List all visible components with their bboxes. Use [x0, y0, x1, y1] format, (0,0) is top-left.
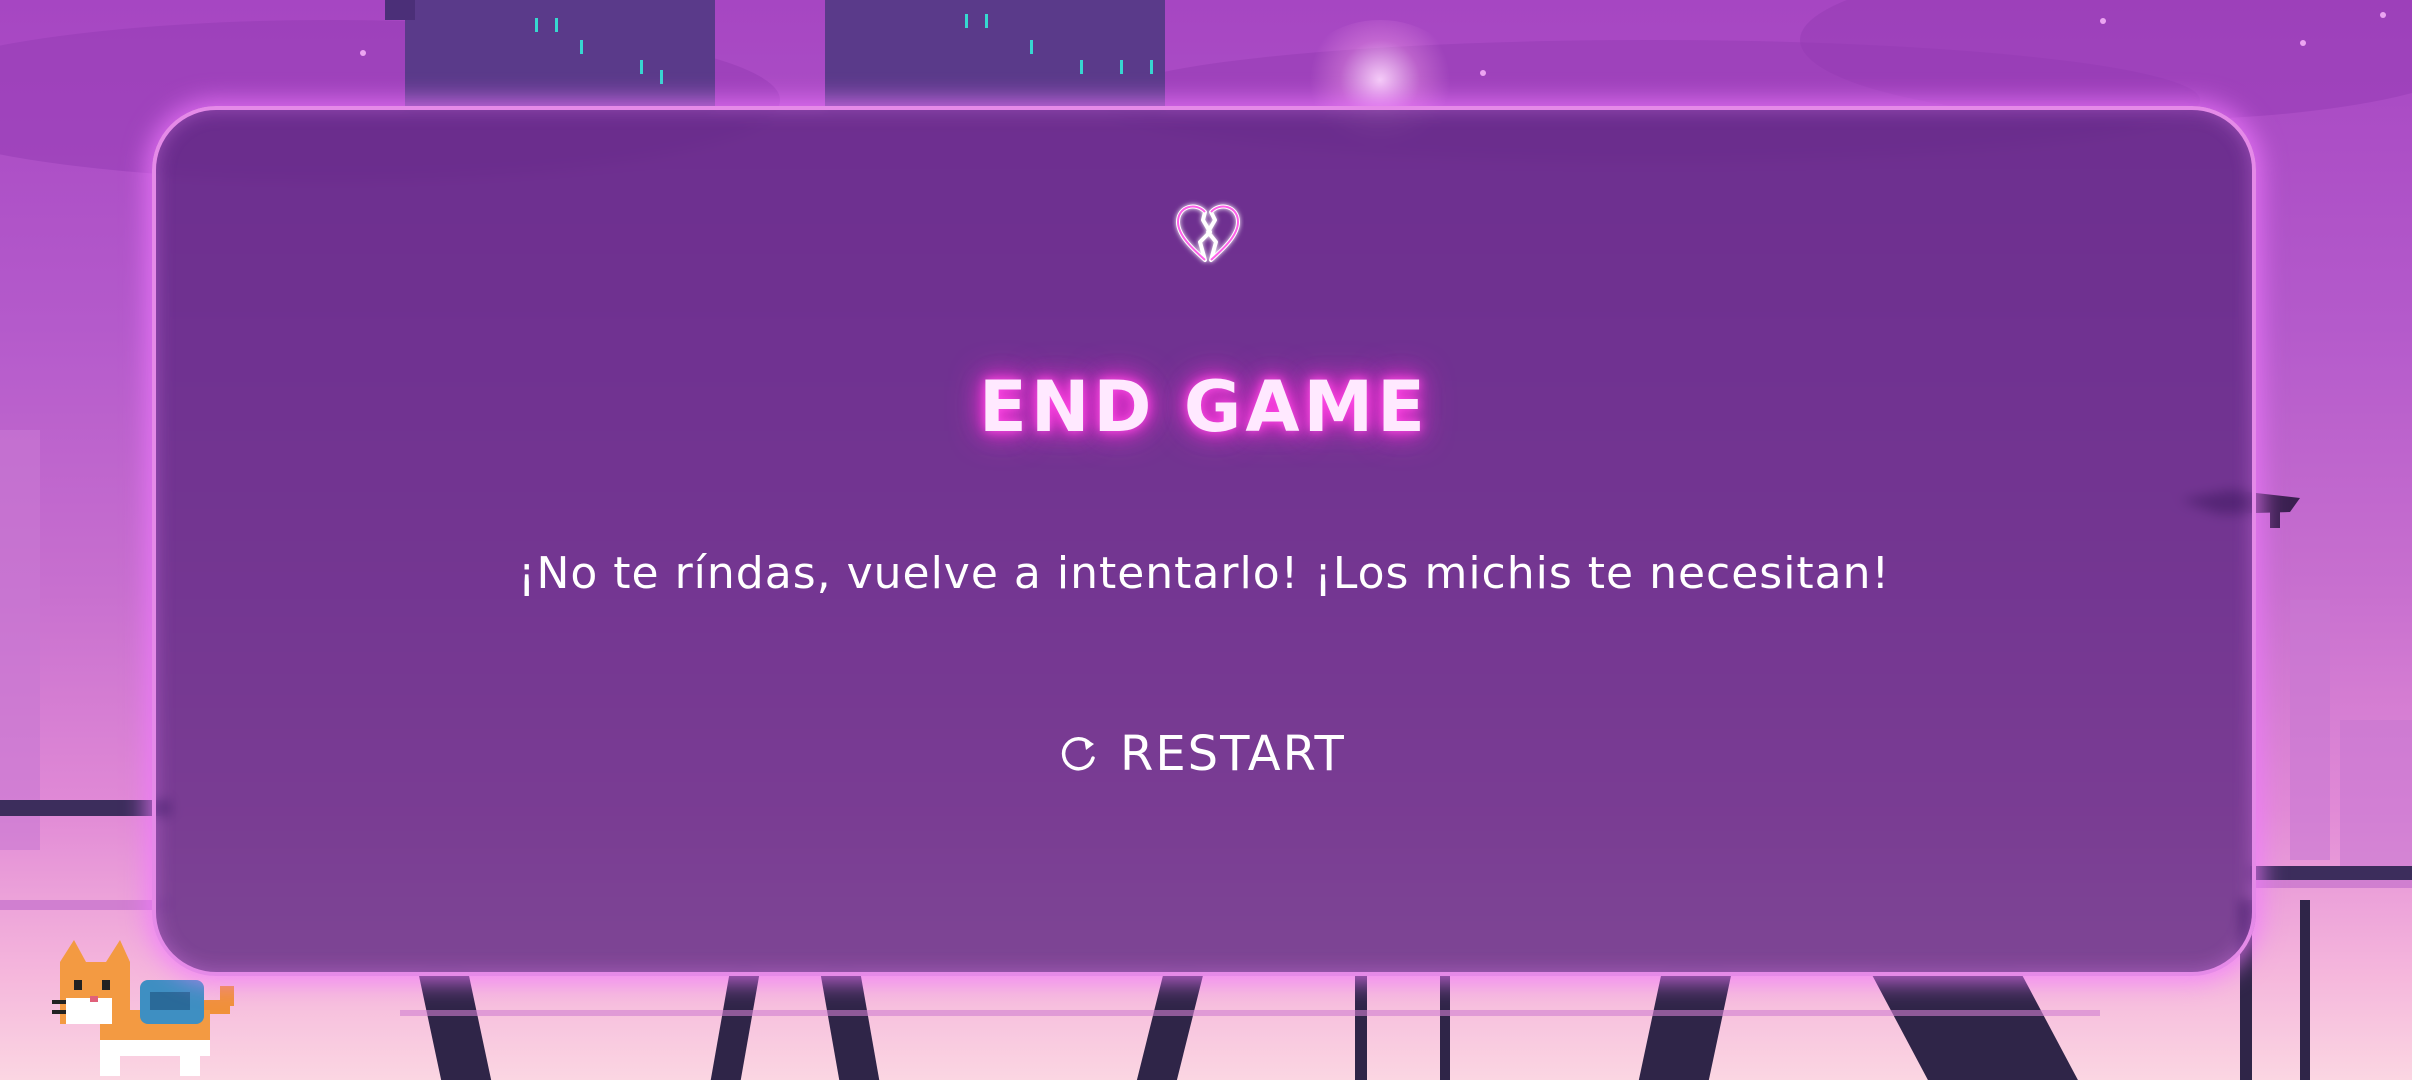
window-light	[640, 60, 643, 74]
pylon	[820, 975, 880, 1080]
star	[360, 50, 366, 56]
star	[1480, 70, 1486, 76]
refresh-icon	[1061, 737, 1095, 771]
broken-heart-icon	[1176, 204, 1240, 262]
platform-rail	[400, 1010, 2100, 1016]
game-over-title: END GAME	[979, 366, 1429, 448]
pylon	[710, 975, 760, 1080]
star	[2380, 12, 2386, 18]
pylon	[418, 975, 492, 1080]
encouragement-message: ¡No te ríndas, vuelve a intentarlo! ¡Los…	[517, 548, 1891, 599]
game-over-dialog: END GAME ¡No te ríndas, vuelve a intenta…	[152, 106, 2256, 976]
pylon	[1872, 975, 2078, 1080]
pylon	[1440, 975, 1450, 1080]
window-light	[660, 70, 663, 84]
pylon	[1136, 975, 1204, 1080]
window-light	[535, 18, 538, 32]
tower	[405, 0, 715, 110]
tower	[385, 0, 415, 20]
pylon	[2300, 900, 2310, 1080]
platform-rail	[2250, 880, 2412, 888]
pylon	[1638, 975, 1732, 1080]
star	[2300, 40, 2306, 46]
platform	[0, 800, 170, 816]
restart-label: RESTART	[1120, 726, 1346, 782]
pylon	[1355, 975, 1367, 1080]
platform-rail	[0, 900, 170, 910]
window-light	[1030, 40, 1033, 54]
far-building	[2340, 720, 2412, 880]
window-light	[965, 14, 968, 28]
star	[2100, 18, 2106, 24]
window-light	[1080, 60, 1083, 74]
window-light	[1150, 60, 1153, 74]
tower	[825, 0, 1165, 110]
window-light	[580, 40, 583, 54]
game-scene: END GAME ¡No te ríndas, vuelve a intenta…	[0, 0, 2412, 1080]
window-light	[1120, 60, 1123, 74]
game-over-content: END GAME ¡No te ríndas, vuelve a intenta…	[156, 110, 2252, 972]
far-building	[0, 430, 40, 850]
far-building	[2290, 600, 2330, 860]
window-light	[985, 14, 988, 28]
restart-button[interactable]: RESTART	[1044, 724, 1358, 784]
window-light	[555, 18, 558, 32]
